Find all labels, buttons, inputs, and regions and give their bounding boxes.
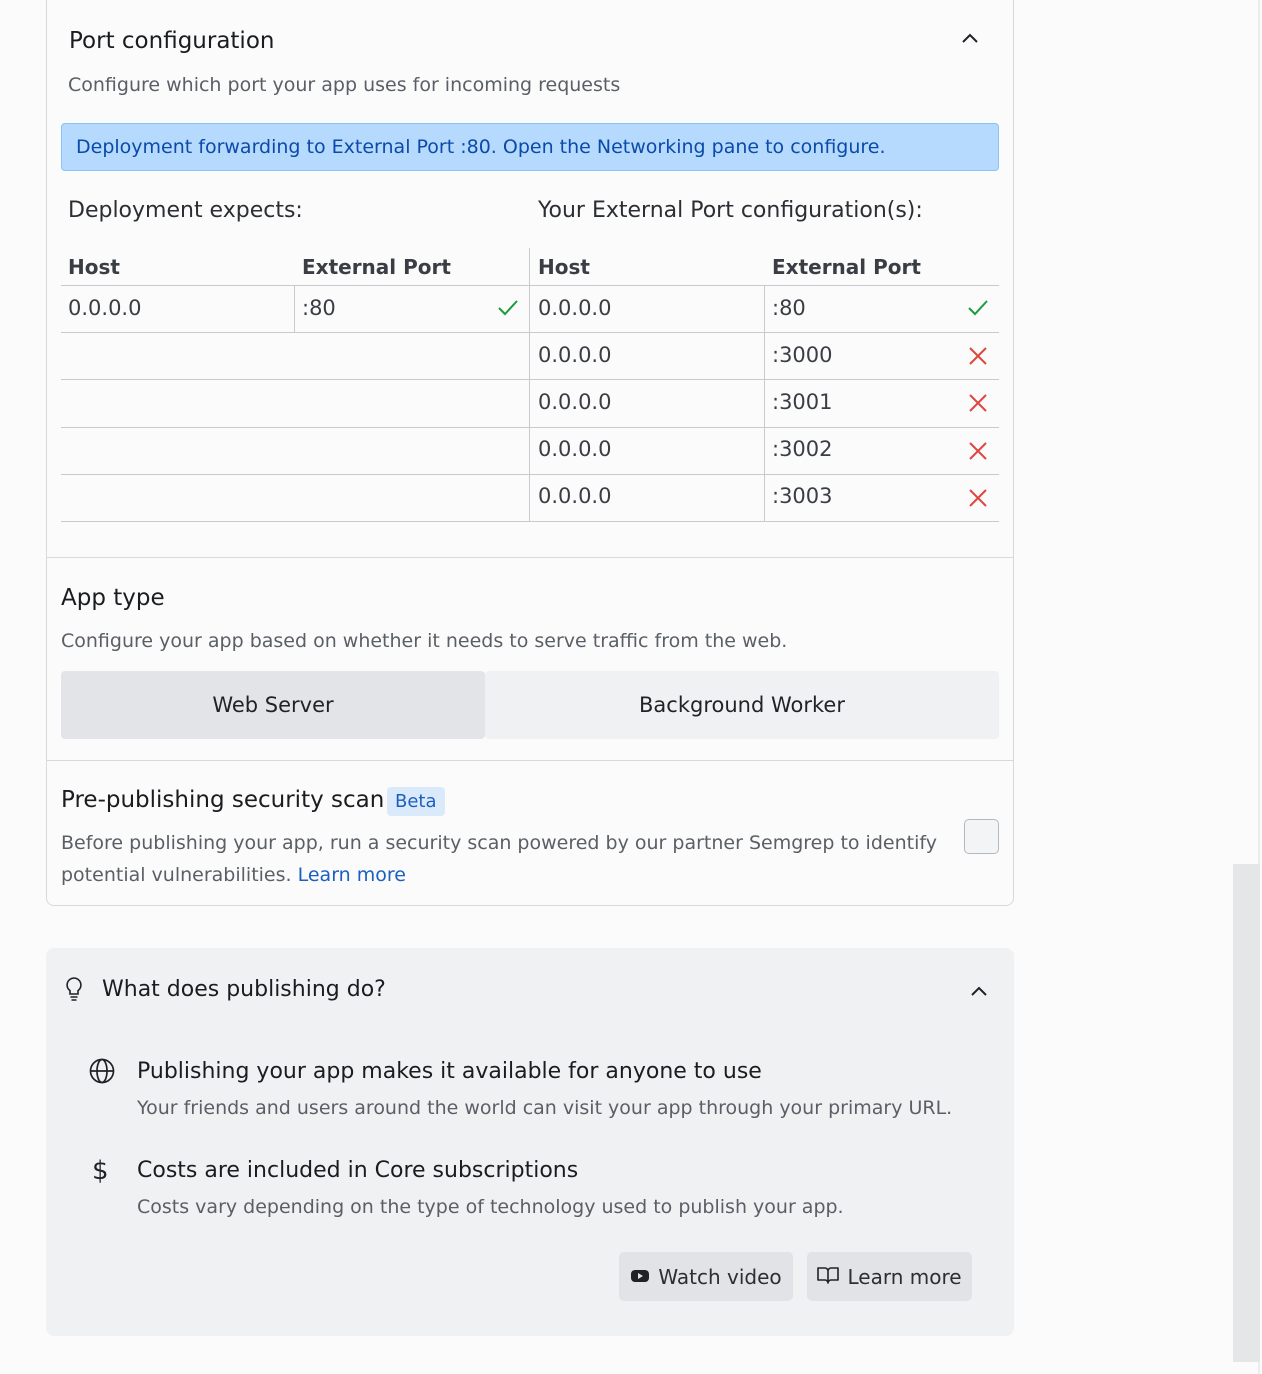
publishing-item-title: Publishing your app makes it available f… <box>137 1059 762 1084</box>
expected-port-cell: :80 <box>302 296 336 320</box>
x-icon <box>968 393 988 417</box>
x-icon <box>968 346 988 370</box>
lightbulb-icon <box>64 976 84 1008</box>
book-icon <box>817 1265 840 1289</box>
external-host-header: Host <box>538 255 590 279</box>
external-host-cell: 0.0.0.0 <box>538 437 612 461</box>
app-type-web-server-option[interactable]: Web Server <box>61 671 485 739</box>
security-scan-description: Before publishing your app, run a securi… <box>61 832 937 854</box>
external-port-cell: :3001 <box>772 390 833 414</box>
forwarding-banner[interactable]: Deployment forwarding to External Port :… <box>61 123 999 171</box>
deployment-expects-label: Deployment expects: <box>68 198 303 223</box>
app-type-title: App type <box>61 585 165 611</box>
security-scan-checkbox[interactable] <box>964 819 999 854</box>
publishing-item-title: Costs are included in Core subscriptions <box>137 1158 579 1183</box>
port-config-title: Port configuration <box>69 28 275 54</box>
learn-more-label: Learn more <box>847 1264 962 1289</box>
publishing-item-text: Your friends and users around the world … <box>137 1097 953 1119</box>
section-divider <box>46 557 1014 558</box>
expected-host-cell: 0.0.0.0 <box>68 296 142 320</box>
external-host-cell: 0.0.0.0 <box>538 484 612 508</box>
check-icon <box>496 297 520 323</box>
external-port-header: External Port <box>772 255 921 279</box>
check-icon <box>966 297 990 323</box>
app-type-background-worker-option[interactable]: Background Worker <box>485 671 999 739</box>
x-icon <box>968 441 988 465</box>
watch-video-label: Watch video <box>658 1264 782 1289</box>
collapse-chevron-up-icon[interactable] <box>959 27 981 49</box>
section-divider <box>46 760 1014 761</box>
watch-video-button[interactable]: Watch video <box>619 1252 793 1301</box>
external-host-cell: 0.0.0.0 <box>538 296 612 320</box>
publishing-info-title: What does publishing do? <box>102 977 386 1002</box>
beta-badge: Beta <box>387 787 445 816</box>
external-port-cell: :3000 <box>772 343 833 367</box>
scrollbar-thumb[interactable] <box>1233 864 1260 1362</box>
external-host-cell: 0.0.0.0 <box>538 343 612 367</box>
learn-more-link[interactable]: Learn more <box>298 864 406 886</box>
learn-more-button[interactable]: Learn more <box>807 1252 972 1301</box>
video-play-icon <box>630 1265 650 1289</box>
external-config-label: Your External Port configuration(s): <box>538 198 923 223</box>
expected-host-header: Host <box>68 255 120 279</box>
x-icon <box>968 488 988 512</box>
external-port-cell: :80 <box>772 296 806 320</box>
external-port-cell: :3002 <box>772 437 833 461</box>
globe-icon <box>88 1057 116 1089</box>
security-scan-description-line2: potential vulnerabilities. <box>61 864 292 886</box>
app-type-description: Configure your app based on whether it n… <box>61 630 788 652</box>
collapse-chevron-up-icon[interactable] <box>968 980 990 1002</box>
dollar-icon: $ <box>92 1156 109 1186</box>
security-scan-title: Pre-publishing security scan <box>61 787 385 813</box>
expected-port-header: External Port <box>302 255 451 279</box>
external-host-cell: 0.0.0.0 <box>538 390 612 414</box>
port-config-description: Configure which port your app uses for i… <box>68 74 621 96</box>
external-port-cell: :3003 <box>772 484 833 508</box>
publishing-item-text: Costs vary depending on the type of tech… <box>137 1196 844 1218</box>
